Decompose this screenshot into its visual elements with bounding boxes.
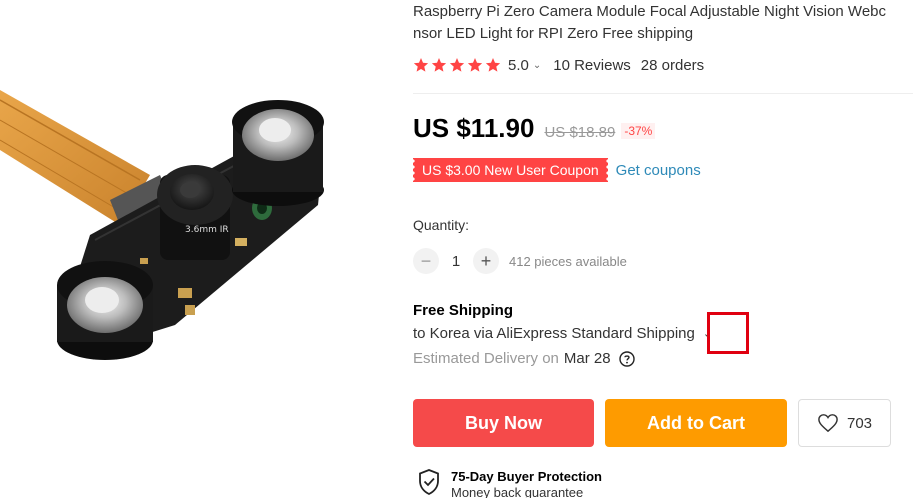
add-to-cart-button[interactable]: Add to Cart — [605, 399, 787, 447]
protection-subtitle: Money back guarantee — [451, 485, 584, 498]
orders-count: 28 orders — [640, 56, 705, 74]
current-price: US $11.90 — [413, 113, 535, 143]
estimated-delivery: Estimated Delivery on Mar 28 — [413, 350, 635, 367]
rating-chevron-icon[interactable]: ⌄ — [533, 60, 541, 71]
rating-value[interactable]: 5.0 — [508, 57, 529, 74]
protection-title: 75-Day Buyer Protection — [451, 469, 602, 484]
wishlist-count: 703 — [846, 414, 873, 432]
delivery-label: Estimated Delivery on — [413, 350, 559, 367]
star-icon — [449, 58, 465, 72]
reviews-link[interactable]: 10 Reviews — [553, 57, 631, 74]
shield-check-icon — [419, 469, 439, 496]
quantity-label: Quantity: — [413, 217, 470, 233]
delivery-date: Mar 28 — [563, 350, 611, 367]
buyer-protection: 75-Day Buyer Protection Money back guara… — [417, 468, 602, 498]
highlight-box — [707, 312, 749, 354]
star-icon — [431, 58, 447, 72]
heart-icon — [818, 414, 838, 433]
product-title-line-1: Raspberry Pi Zero Camera Module Focal Ad… — [413, 3, 886, 20]
product-info-panel: Raspberry Pi Zero Camera Module Focal Ad… — [411, 0, 913, 498]
camera-module-illustration: 3.6mm IR — [0, 90, 324, 360]
quantity-increase-button[interactable]: + — [473, 248, 499, 274]
quantity-input[interactable]: 1 — [439, 253, 473, 270]
protection-text: 75-Day Buyer Protection Money back guara… — [451, 468, 602, 498]
star-icon — [485, 58, 501, 72]
wishlist-button[interactable]: 703 — [798, 399, 891, 447]
original-price: US $18.89 — [544, 124, 616, 141]
get-coupons-link[interactable]: Get coupons — [616, 162, 701, 179]
shipping-destination[interactable]: to Korea via AliExpress Standard Shippin… — [413, 325, 712, 342]
lens-label: 3.6mm IR — [185, 225, 229, 235]
new-user-coupon-badge[interactable]: US $3.00 New User Coupon — [411, 158, 610, 182]
buy-now-button[interactable]: Buy Now — [413, 399, 594, 447]
rating-stars — [413, 57, 501, 73]
shipping-destination-text[interactable]: to Korea via AliExpress Standard Shippin… — [413, 325, 695, 342]
product-title: Raspberry Pi Zero Camera Module Focal Ad… — [413, 1, 913, 45]
shipping-title: Free Shipping — [413, 302, 514, 319]
quantity-decrease-button[interactable]: − — [413, 248, 439, 274]
star-icon — [467, 58, 483, 72]
star-icon — [413, 58, 429, 72]
help-icon[interactable] — [618, 350, 635, 367]
quantity-stepper: − 1 + 412 pieces available — [413, 248, 627, 274]
price-row: US $11.90 US $18.89 -37% — [413, 113, 656, 144]
quantity-available: 412 pieces available — [509, 253, 627, 269]
product-title-line-2: nsor LED Light for RPI Zero Free shippin… — [413, 25, 694, 42]
discount-badge: -37% — [621, 123, 656, 139]
rating-row: 5.0 ⌄ 10 Reviews 28 orders — [413, 54, 704, 76]
product-image[interactable]: 3.6mm IR — [0, 0, 410, 498]
divider — [413, 93, 913, 94]
coupon-row: US $3.00 New User Coupon Get coupons — [411, 158, 701, 182]
